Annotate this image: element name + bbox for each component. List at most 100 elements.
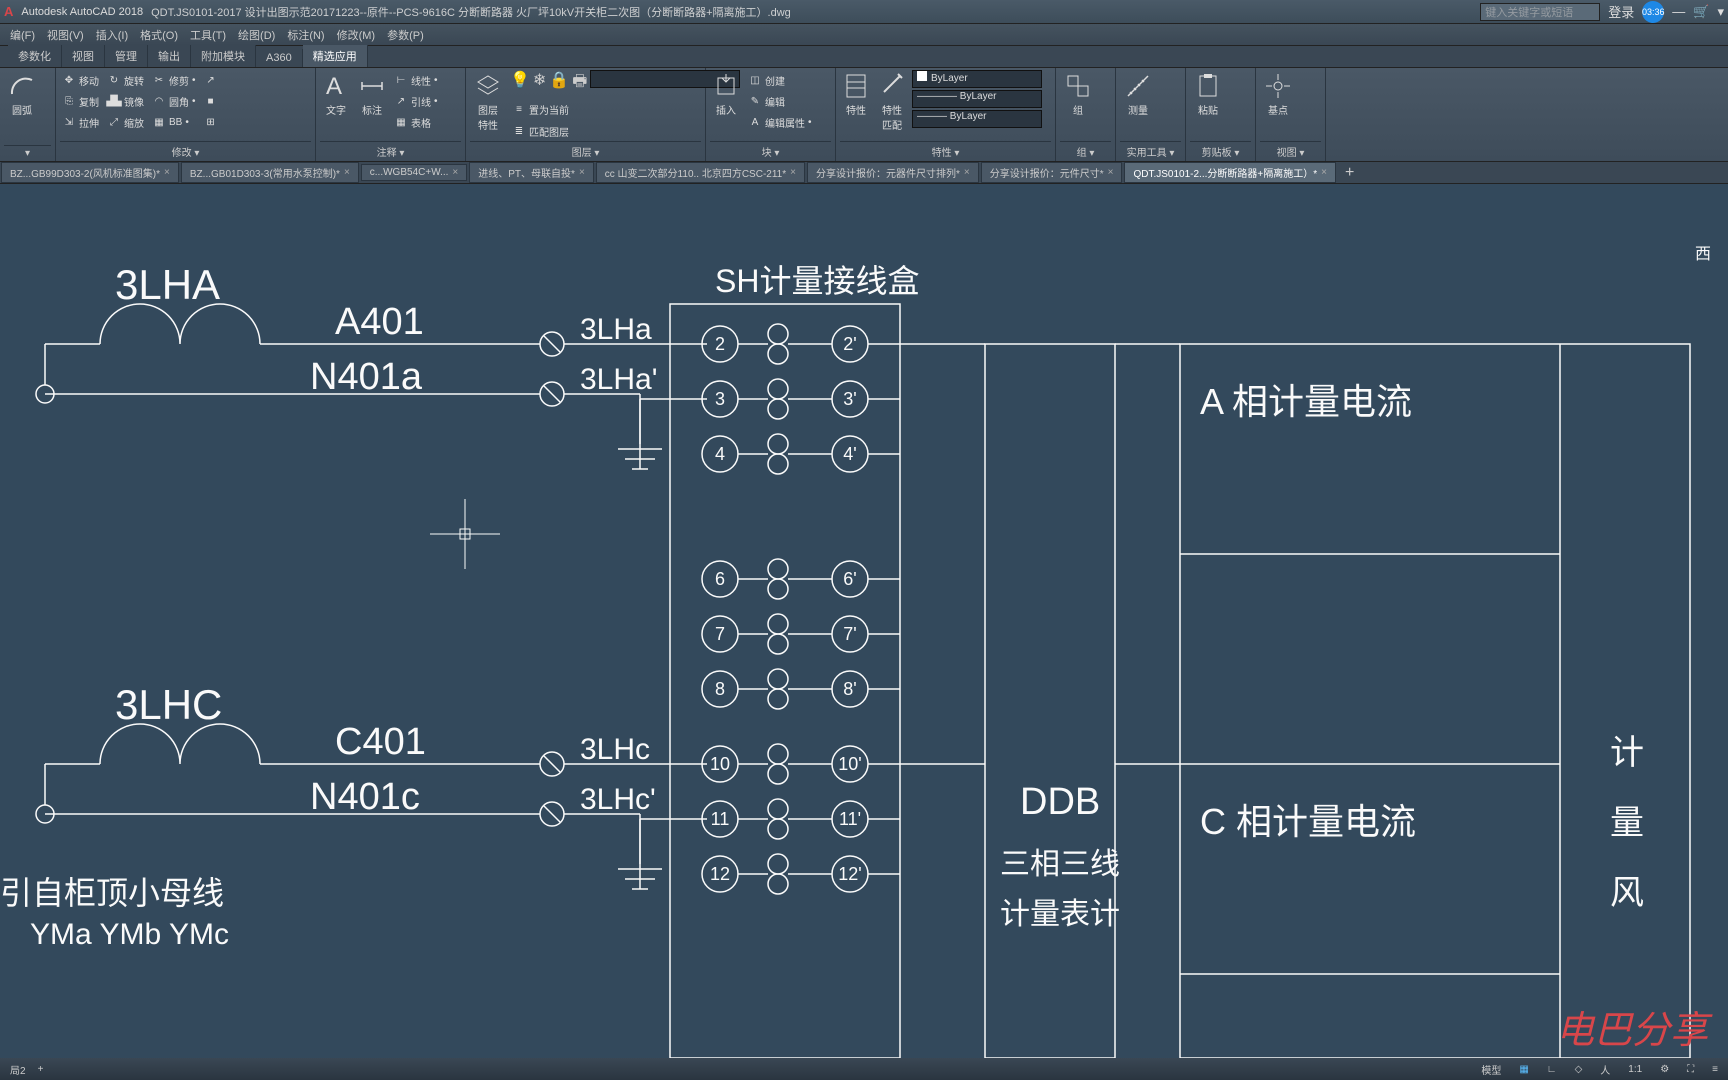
menu-bar: 编(F) 视图(V) 插入(I) 格式(O) 工具(T) 绘图(D) 标注(N)…	[0, 24, 1728, 46]
cart-icon[interactable]: 🛒	[1693, 4, 1709, 20]
panel-title[interactable]: 组 ▾	[1060, 141, 1111, 161]
linetype-dropdown[interactable]: ——— ByLayer	[912, 110, 1042, 128]
ribbon-tab[interactable]: 管理	[105, 45, 148, 67]
anno-toggle[interactable]: 人	[1594, 1062, 1616, 1077]
close-icon[interactable]: ×	[790, 167, 796, 178]
ribbon-tab[interactable]: A360	[256, 49, 303, 67]
fillet-button[interactable]: ◠圆角 •	[150, 91, 198, 111]
edit-attr-button[interactable]: A编辑属性 •	[746, 112, 814, 132]
file-tab[interactable]: cc 山变二次部分110.. 北京四方CSC-211*×	[596, 162, 805, 183]
copy-button[interactable]: ⎘复制	[60, 91, 101, 111]
drawing-canvas[interactable]: 3LHA A401 N401a 3LHa 3LHa' 3LHC C401 N	[0, 184, 1728, 1058]
signin-button[interactable]: 登录	[1608, 2, 1634, 21]
model-button[interactable]: 模型	[1475, 1062, 1507, 1077]
help-icon[interactable]: ▾	[1717, 4, 1724, 20]
create-block-button[interactable]: ◫创建	[746, 70, 814, 90]
lock-icon[interactable]: 🔒	[549, 70, 569, 97]
ribbon-tab[interactable]: 参数化	[8, 45, 62, 67]
group-button[interactable]: 组	[1060, 70, 1096, 119]
menu-item[interactable]: 参数(P)	[381, 27, 430, 43]
panel-title[interactable]: 注释 ▾	[320, 141, 461, 161]
paste-button[interactable]: 粘贴	[1190, 70, 1226, 119]
color-dropdown[interactable]: ByLayer	[912, 70, 1042, 88]
close-icon[interactable]: ×	[164, 167, 170, 178]
osnap-toggle[interactable]: ◇	[1569, 1064, 1589, 1075]
menu-item[interactable]: 修改(M)	[331, 27, 382, 43]
trim-button[interactable]: ✂修剪 •	[150, 70, 198, 90]
gear-icon[interactable]: ⚙	[1654, 1064, 1675, 1075]
edit-block-button[interactable]: ✎编辑	[746, 91, 814, 111]
close-icon[interactable]: ×	[1321, 167, 1327, 178]
basepoint-button[interactable]: 基点	[1260, 70, 1296, 119]
plot-icon[interactable]: 🖶	[572, 70, 587, 97]
panel-title[interactable]: 视图 ▾	[1260, 141, 1321, 161]
menu-item[interactable]: 格式(O)	[134, 27, 184, 43]
file-tab[interactable]: c...WGB54C+W...×	[361, 164, 467, 181]
arc-button[interactable]: 圆弧	[4, 70, 40, 119]
layout-tab[interactable]: 局2	[4, 1062, 32, 1077]
panel-title[interactable]: 实用工具 ▾	[1120, 141, 1181, 161]
rotate-button[interactable]: ↻旋转	[105, 70, 146, 90]
file-tab[interactable]: 分享设计报价：元件尺寸*×	[981, 162, 1123, 183]
add-layout-button[interactable]: +	[32, 1064, 50, 1075]
properties-button[interactable]: 特性	[840, 70, 872, 119]
panel-title[interactable]: 块 ▾	[710, 141, 831, 161]
lineweight-dropdown[interactable]: ———— ByLayer	[912, 90, 1042, 108]
menu-item[interactable]: 插入(I)	[90, 27, 134, 43]
move-button[interactable]: ✥移动	[60, 70, 101, 90]
menu-item[interactable]: 工具(T)	[184, 27, 232, 43]
leader-button[interactable]: ↗引线 •	[392, 91, 440, 111]
menu-item[interactable]: 绘图(D)	[232, 27, 281, 43]
close-icon[interactable]: ×	[452, 167, 458, 178]
help-search-input[interactable]: 键入关键字或短语	[1480, 3, 1600, 21]
ribbon-tab[interactable]: 视图	[62, 45, 105, 67]
panel-title[interactable]: 特性 ▾	[840, 141, 1051, 161]
info-clock-icon[interactable]: 03:36	[1642, 1, 1664, 23]
freeze-icon[interactable]: ❄	[533, 70, 546, 97]
close-icon[interactable]: ×	[579, 167, 585, 178]
ribbon-tab[interactable]: 附加模块	[191, 45, 256, 67]
linear-button[interactable]: ⊢线性 •	[392, 70, 440, 90]
close-icon[interactable]: ×	[344, 167, 350, 178]
svg-text:YMa YMb YMc: YMa YMb YMc	[30, 918, 229, 951]
measure-button[interactable]: 测量	[1120, 70, 1156, 119]
panel-title[interactable]: 修改 ▾	[60, 141, 311, 161]
dimension-button[interactable]: 标注	[356, 70, 388, 119]
customize-icon[interactable]: ≡	[1706, 1064, 1724, 1075]
match-properties-button[interactable]: 特性 匹配	[876, 70, 908, 134]
file-tab[interactable]: QDT.JS0101-2...分断断路器+隔离施工）*×	[1124, 162, 1336, 183]
new-tab-button[interactable]: +	[1337, 164, 1362, 182]
menu-item[interactable]: 标注(N)	[281, 27, 330, 43]
text-button[interactable]: A 文字	[320, 70, 352, 119]
grid-toggle[interactable]: ▦	[1513, 1064, 1534, 1075]
file-tab[interactable]: BZ...GB01D303-3(常用水泵控制)*×	[181, 162, 359, 183]
layer-properties-button[interactable]: 图层 特性	[470, 70, 506, 134]
table-button[interactable]: ▦表格	[392, 112, 440, 132]
ribbon-tab[interactable]: 输出	[148, 45, 191, 67]
menu-item[interactable]: 编(F)	[4, 27, 41, 43]
tool-button[interactable]: ⊞	[202, 112, 220, 132]
panel-title[interactable]: 图层 ▾	[470, 141, 701, 161]
insert-button[interactable]: 插入	[710, 70, 742, 119]
stretch-button[interactable]: ⇲拉伸	[60, 112, 101, 132]
file-tab[interactable]: BZ...GB99D303-2(风机标准图集)*×	[1, 162, 179, 183]
tool-button[interactable]: ■	[202, 91, 220, 111]
menu-item[interactable]: 视图(V)	[41, 27, 90, 43]
scale-label[interactable]: 1:1	[1622, 1064, 1648, 1075]
scale-button[interactable]: ⤢缩放	[105, 112, 146, 132]
close-icon[interactable]: ×	[964, 167, 970, 178]
file-tab[interactable]: 分享设计报价：元器件尺寸排列*×	[807, 162, 979, 183]
tool-button[interactable]: ↗	[202, 70, 220, 90]
svg-text:3': 3'	[843, 389, 856, 409]
svg-text:计量表计: 计量表计	[1000, 898, 1120, 931]
array-button[interactable]: ▦BB •	[150, 112, 198, 132]
panel-title[interactable]: 剪贴板 ▾	[1190, 141, 1251, 161]
close-icon[interactable]: ×	[1108, 167, 1114, 178]
ribbon-tab[interactable]: 精选应用	[303, 45, 368, 67]
file-tab[interactable]: 进线、PT、母联自投*×	[469, 162, 594, 183]
mirror-button[interactable]: ▟▙镜像	[105, 91, 146, 111]
fullscreen-icon[interactable]: ⛶	[1681, 1064, 1700, 1075]
snap-toggle[interactable]: ∟	[1541, 1064, 1563, 1075]
minimize-icon[interactable]: —	[1672, 4, 1685, 19]
bulb-icon[interactable]: 💡	[510, 70, 530, 97]
